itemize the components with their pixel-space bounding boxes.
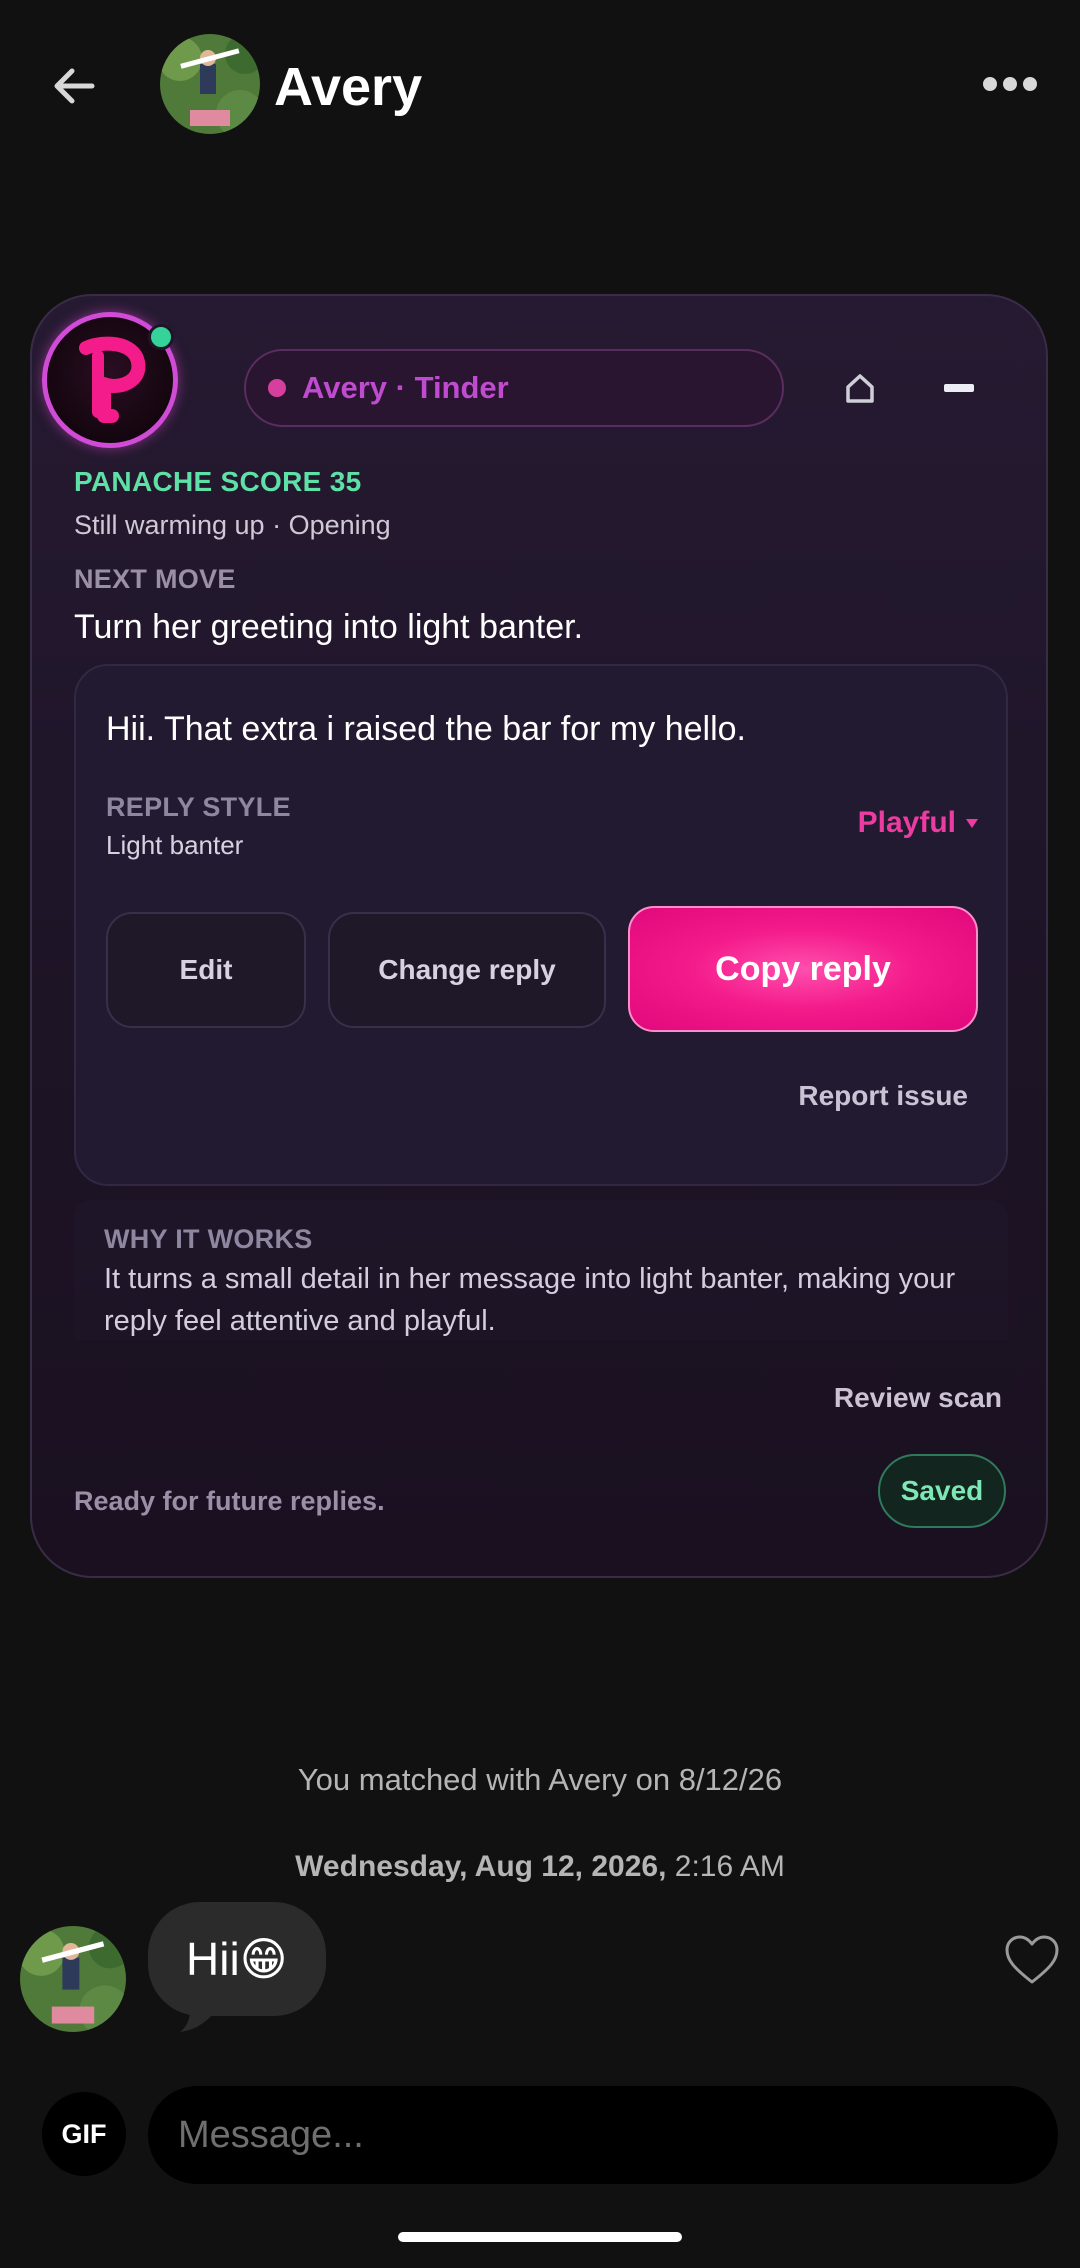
why-it-works-label: WHY IT WORKS bbox=[104, 1224, 313, 1254]
review-scan-link[interactable]: Review scan bbox=[834, 1382, 1002, 1414]
home-indicator bbox=[398, 2232, 682, 2242]
score-status: Still warming up · Opening bbox=[74, 510, 391, 540]
next-move-label: NEXT MOVE bbox=[74, 564, 236, 594]
reply-style-value: Light banter bbox=[106, 830, 244, 860]
header-avatar[interactable] bbox=[160, 34, 260, 134]
reply-suggestion-box: Hii. That extra i raised the bar for my … bbox=[74, 664, 1008, 1186]
assistant-logo[interactable] bbox=[42, 312, 178, 448]
reply-style-selected: Playful bbox=[857, 806, 956, 839]
message-avatar[interactable] bbox=[20, 1926, 126, 2032]
report-issue-link[interactable]: Report issue bbox=[798, 1080, 968, 1112]
match-info: You matched with Avery on 8/12/26 bbox=[297, 1762, 783, 1797]
edit-button[interactable]: Edit bbox=[106, 912, 306, 1028]
score-label: PANACHE SCORE 35 bbox=[74, 466, 362, 497]
timestamp-time: 2:16 AM bbox=[666, 1850, 785, 1883]
why-it-works-box: WHY IT WORKS It turns a small detail in … bbox=[74, 1200, 1008, 1340]
timestamp-date: Wednesday, Aug 12, 2026, bbox=[295, 1850, 667, 1883]
source-dot bbox=[268, 379, 286, 397]
chat-header: Avery bbox=[0, 0, 1080, 180]
message-timestamp: Wednesday, Aug 12, 2026, 2:16 AM bbox=[0, 1850, 1080, 1884]
source-pill[interactable]: Avery · Tinder bbox=[244, 349, 784, 427]
ready-status-text: Ready for future replies. bbox=[74, 1486, 385, 1516]
ellipsis-icon[interactable] bbox=[980, 72, 1040, 96]
reply-style-label: REPLY STYLE bbox=[106, 792, 291, 822]
reply-style-dropdown[interactable]: Playful bbox=[858, 806, 978, 840]
home-icon[interactable] bbox=[842, 370, 878, 406]
incoming-message-bubble[interactable]: Hii😁 bbox=[148, 1902, 326, 2016]
change-reply-button[interactable]: Change reply bbox=[328, 912, 606, 1028]
copy-reply-button[interactable]: Copy reply bbox=[628, 906, 978, 1032]
arrow-left-icon[interactable] bbox=[48, 60, 100, 112]
message-input[interactable] bbox=[148, 2086, 1058, 2184]
online-status-dot bbox=[148, 324, 174, 350]
caret-down-icon bbox=[966, 818, 978, 828]
why-it-works-text: It turns a small detail in her message i… bbox=[104, 1263, 956, 1337]
contact-name[interactable]: Avery bbox=[274, 52, 422, 122]
heart-icon[interactable] bbox=[1004, 1934, 1060, 1986]
saved-badge[interactable]: Saved bbox=[878, 1454, 1006, 1528]
assistant-card: Avery · Tinder PANACHE SCORE 35 Still wa… bbox=[30, 294, 1048, 1578]
gif-button[interactable]: GIF bbox=[42, 2092, 126, 2176]
minimize-icon[interactable] bbox=[944, 384, 974, 392]
source-label: Avery · Tinder bbox=[302, 370, 509, 405]
suggested-reply-text: Hii. That extra i raised the bar for my … bbox=[106, 710, 746, 748]
next-move-text: Turn her greeting into light banter. bbox=[74, 608, 584, 646]
